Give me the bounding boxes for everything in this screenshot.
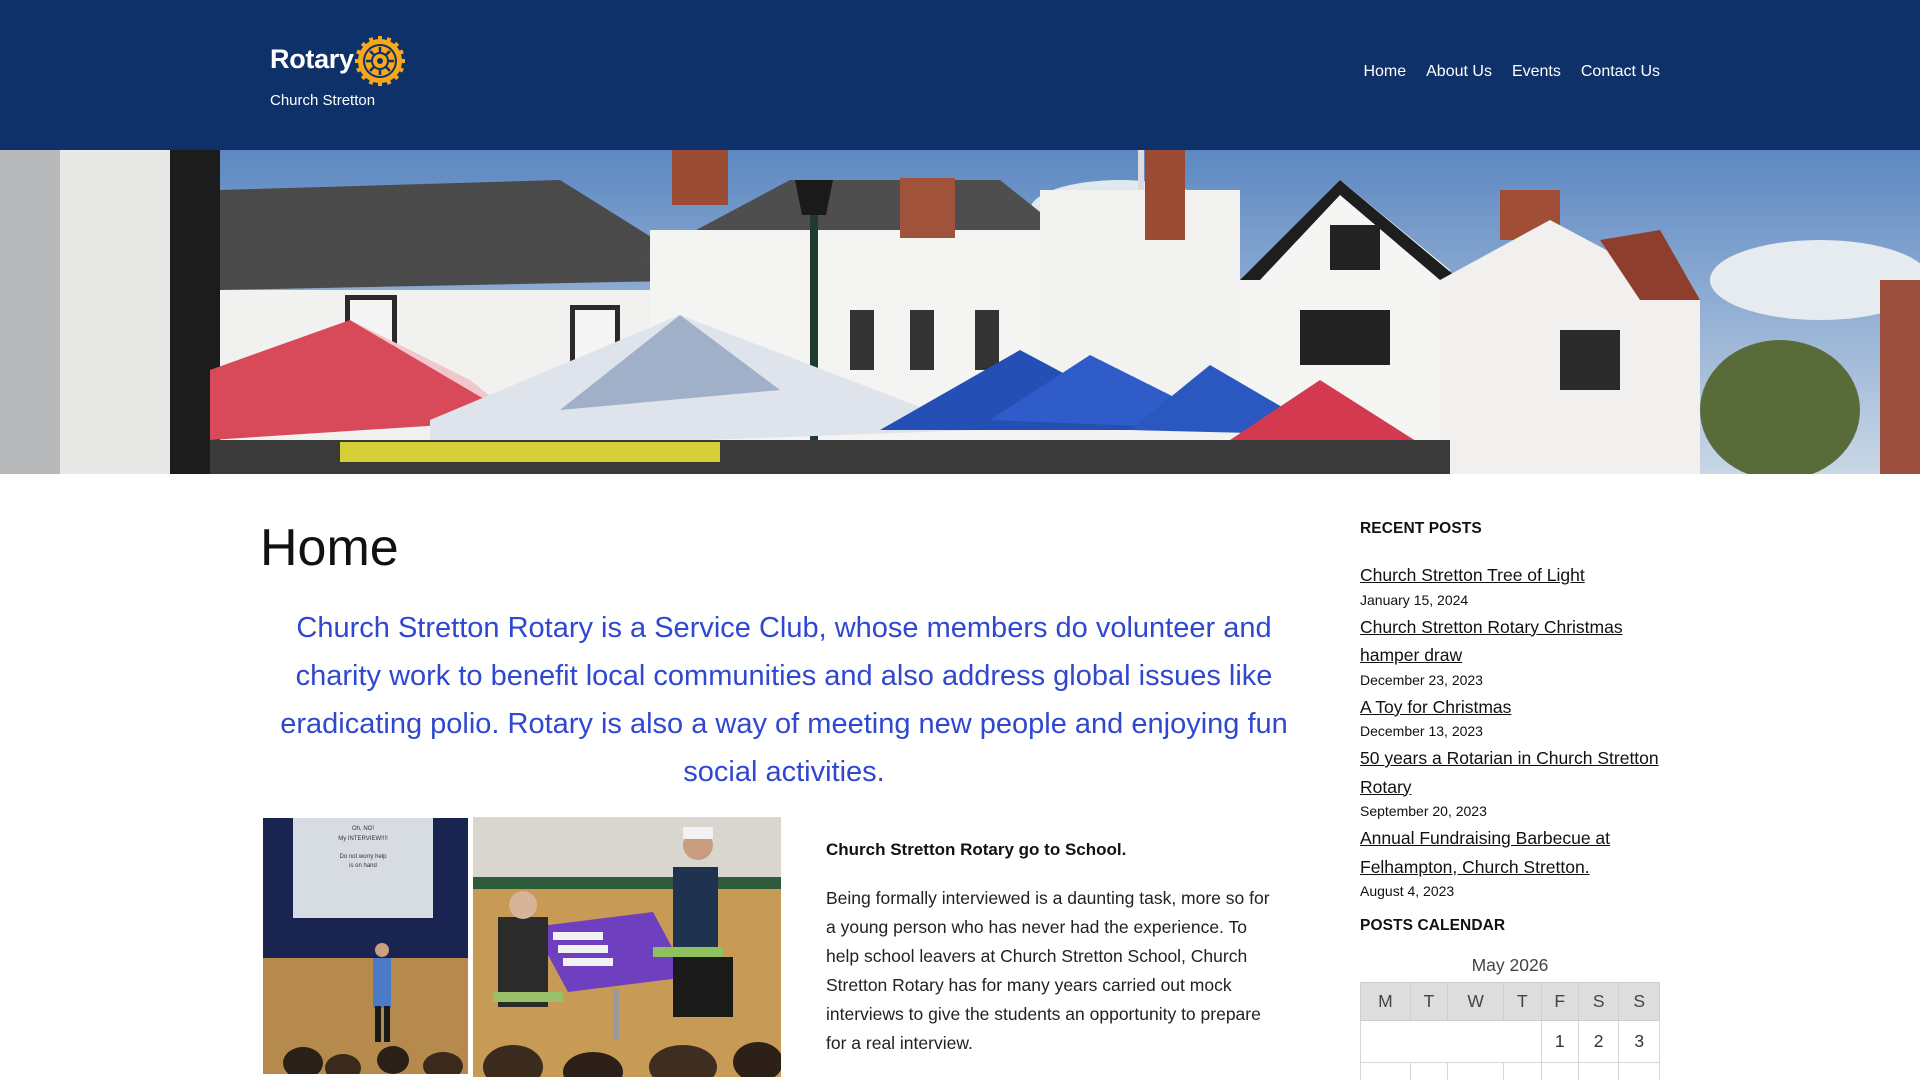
slide-text-2: My INTERVIEW!!!! <box>338 836 388 842</box>
post-body: Being formally interviewed is a daunting… <box>826 888 1270 1053</box>
recent-post-link[interactable]: Annual Fundraising Barbecue at Felhampto… <box>1360 824 1660 881</box>
site-header: Rotary Church Stretton Home About Us Eve… <box>0 0 1920 150</box>
calendar-day <box>1503 1062 1542 1080</box>
recent-post-link[interactable]: 50 years a Rotarian in Church Stretton R… <box>1360 744 1660 801</box>
calendar-day <box>1447 1062 1505 1080</box>
logo-subtitle: Church Stretton <box>270 92 376 109</box>
weekday-tuesday: T <box>1409 982 1449 1021</box>
school-presentation-photo: Oh, NO! My INTERVIEW!!!! Do not worry he… <box>263 818 468 1074</box>
calendar-pad-cell <box>1360 1020 1542 1063</box>
nav-events[interactable]: Events <box>1512 63 1561 81</box>
calendar-day: 2 <box>1577 1020 1620 1063</box>
recent-post-link[interactable]: Church Stretton Rotary Christmas hamper … <box>1360 613 1660 670</box>
page-title: Home <box>260 519 399 577</box>
weekday-saturday: S <box>1577 982 1620 1021</box>
calendar-day <box>1409 1062 1449 1080</box>
main-nav: Home About Us Events Contact Us <box>1363 63 1660 81</box>
weekday-monday: M <box>1360 982 1411 1021</box>
sidebar: RECENT POSTS Church Stretton Tree of Lig… <box>1360 520 1660 1080</box>
nav-about-us[interactable]: About Us <box>1426 63 1492 81</box>
posts-calendar-title: POSTS CALENDAR <box>1360 917 1506 934</box>
calendar-day <box>1577 1062 1620 1080</box>
nav-home[interactable]: Home <box>1363 63 1406 81</box>
recent-post-date: December 23, 2023 <box>1360 671 1483 688</box>
recent-post-date: January 15, 2024 <box>1360 591 1469 608</box>
calendar-day <box>1540 1062 1579 1080</box>
post-heading: Church Stretton Rotary go to School. <box>826 840 1127 859</box>
nav-contact-us[interactable]: Contact Us <box>1581 63 1660 81</box>
intro-text: Church Stretton Rotary is a Service Club… <box>280 612 1288 788</box>
recent-post-date: September 20, 2023 <box>1360 803 1487 819</box>
calendar-month: May 2026 <box>1471 955 1549 975</box>
list-item: A Toy for Christmas December 13, 2023 <box>1360 693 1660 742</box>
slide-text-4: is on hand <box>349 863 377 869</box>
recent-posts-list: Church Stretton Tree of Light January 15… <box>1360 561 1660 901</box>
calendar-day: 1 <box>1540 1020 1579 1063</box>
recent-post-link[interactable]: Church Stretton Tree of Light <box>1360 561 1660 590</box>
recent-posts-title: RECENT POSTS <box>1360 520 1482 537</box>
recent-post-link[interactable]: A Toy for Christmas <box>1360 693 1660 722</box>
recent-post-date: August 4, 2023 <box>1360 883 1455 899</box>
calendar-day <box>1360 1062 1411 1080</box>
slide-text-1: Oh, NO! <box>352 826 374 832</box>
mock-interview-photo <box>473 817 781 1077</box>
weekday-thursday: T <box>1503 982 1542 1021</box>
calendar-day: 3 <box>1618 1020 1660 1063</box>
list-item: Church Stretton Tree of Light January 15… <box>1360 561 1660 610</box>
weekday-wednesday: W <box>1447 982 1505 1021</box>
logo-wordmark: Rotary <box>270 44 354 74</box>
calendar-day <box>1618 1062 1660 1080</box>
slide-text-3: Do not worry help <box>339 854 387 860</box>
hero-image <box>0 150 1920 474</box>
posts-calendar: May 2026 M T W T F S S 1 2 3 <box>1360 955 1660 1080</box>
list-item: Annual Fundraising Barbecue at Felhampto… <box>1360 824 1660 901</box>
recent-post-date: December 13, 2023 <box>1360 723 1483 739</box>
weekday-friday: F <box>1540 982 1579 1021</box>
calendar-week-row: 1 2 3 <box>1360 1020 1660 1063</box>
weekday-sunday: S <box>1618 982 1660 1021</box>
calendar-week-row <box>1360 1062 1660 1080</box>
list-item: 50 years a Rotarian in Church Stretton R… <box>1360 744 1660 821</box>
site-logo[interactable]: Rotary Church Stretton <box>270 34 410 114</box>
list-item: Church Stretton Rotary Christmas hamper … <box>1360 613 1660 690</box>
calendar-weekday-row: M T W T F S S <box>1360 982 1660 1021</box>
rotary-wheel-icon <box>355 36 405 86</box>
